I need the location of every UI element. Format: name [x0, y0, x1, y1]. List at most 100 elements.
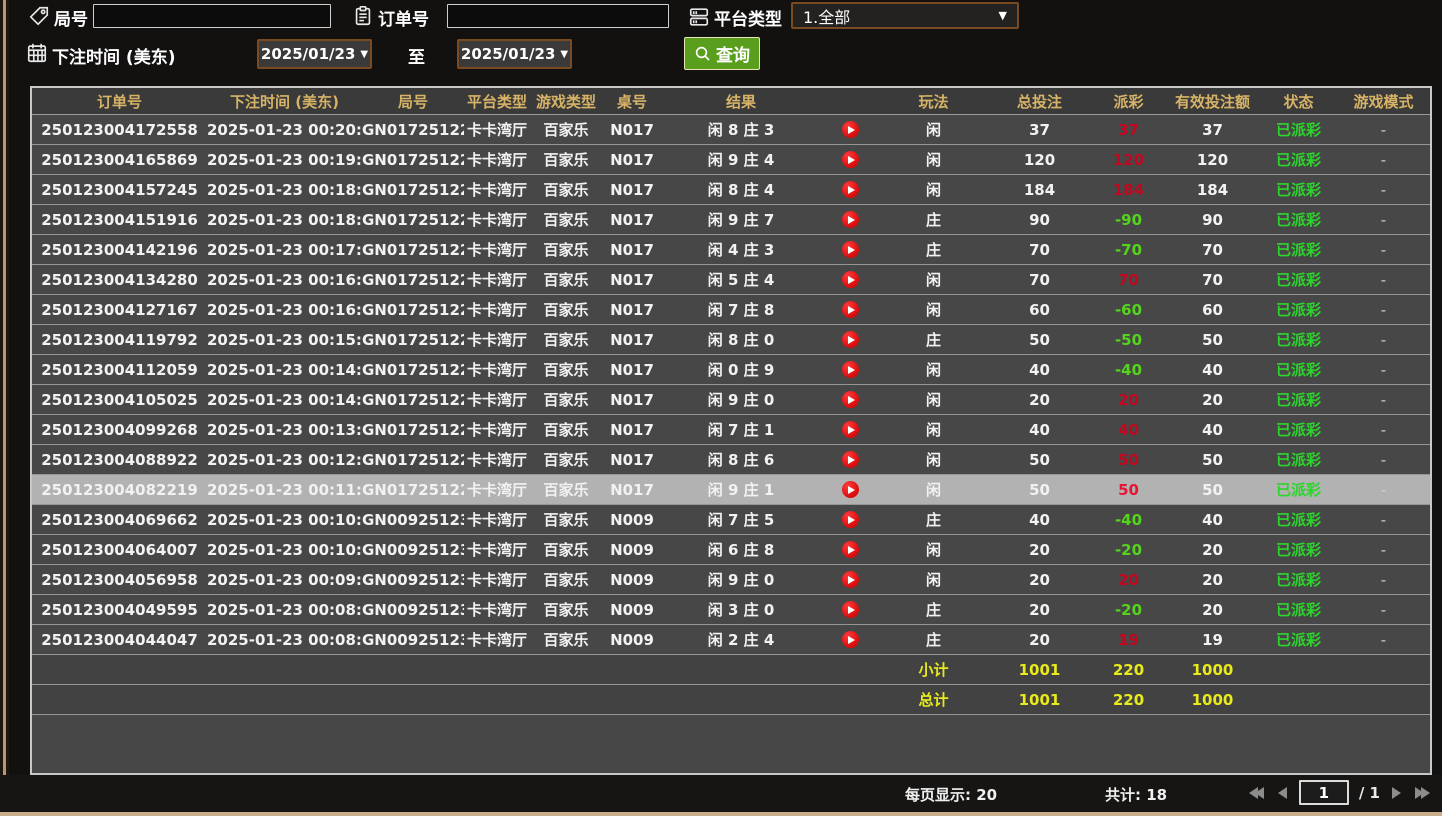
replay-cell — [820, 361, 880, 378]
table-row[interactable]: 2501230041519162025-01-23 00:18:23GN0172… — [32, 205, 1430, 235]
page-number-input[interactable] — [1299, 780, 1349, 805]
replay-play-button[interactable] — [842, 271, 859, 288]
table-row[interactable]: 2501230040889222025-01-23 00:12:31GN0172… — [32, 445, 1430, 475]
replay-cell — [820, 301, 880, 318]
replay-play-button[interactable] — [842, 241, 859, 258]
bet-time-cell: 2025-01-23 00:14:40 — [207, 361, 362, 379]
platform-type-select[interactable]: 1.全部 ▼ — [791, 2, 1019, 29]
replay-play-button[interactable] — [842, 331, 859, 348]
table-row[interactable]: 2501230040992682025-01-23 00:13:27GN0172… — [32, 415, 1430, 445]
replay-play-button[interactable] — [842, 181, 859, 198]
search-button[interactable]: 查询 — [684, 37, 760, 70]
replay-play-button[interactable] — [842, 211, 859, 228]
bet-time-cell: 2025-01-23 00:17:29 — [207, 241, 362, 259]
platform-cell: 卡卡湾厅 — [464, 329, 530, 350]
bet-type-cell: 闲 — [880, 419, 987, 440]
table-number-cell: N017 — [602, 271, 662, 289]
platform-cell: 卡卡湾厅 — [464, 629, 530, 650]
total-count-label: 共计: 18 — [1105, 784, 1167, 805]
next-page-button[interactable] — [1390, 785, 1403, 801]
result-cell: 闲 9 庄 1 — [662, 479, 820, 500]
round-number-input[interactable] — [93, 4, 331, 28]
replay-play-button[interactable] — [842, 151, 859, 168]
column-header: 局号 — [362, 91, 464, 112]
round-number-cell: GN017251221M8 — [362, 271, 464, 289]
table-row[interactable]: 2501230041050252025-01-23 00:14:00GN0172… — [32, 385, 1430, 415]
bet-time-cell: 2025-01-23 00:08:21 — [207, 631, 362, 649]
table-row[interactable]: 2501230040640072025-01-23 00:10:13GN0092… — [32, 535, 1430, 565]
date-from-picker[interactable]: 2025/01/23 ▼ — [257, 39, 372, 69]
platform-cell: 卡卡湾厅 — [464, 209, 530, 230]
table-row[interactable]: 2501230041197922025-01-23 00:15:24GN0172… — [32, 325, 1430, 355]
payout-cell: 20 — [1092, 391, 1165, 409]
table-row[interactable]: 2501230041421962025-01-23 00:17:29GN0172… — [32, 235, 1430, 265]
replay-play-button[interactable] — [842, 421, 859, 438]
payout-cell: 20 — [1092, 571, 1165, 589]
platform-cell: 卡卡湾厅 — [464, 539, 530, 560]
table-row[interactable]: 2501230041658692025-01-23 00:19:43GN0172… — [32, 145, 1430, 175]
total-bet-cell: 90 — [987, 211, 1092, 229]
table-row[interactable]: 2501230041342802025-01-23 00:16:47GN0172… — [32, 265, 1430, 295]
replay-play-button[interactable] — [842, 511, 859, 528]
game-type-cell: 百家乐 — [530, 149, 602, 170]
platform-cell: 卡卡湾厅 — [464, 149, 530, 170]
order-number-label: 订单号 — [378, 5, 429, 30]
total-bet-cell: 40 — [987, 361, 1092, 379]
payout-cell: 40 — [1092, 421, 1165, 439]
table-row[interactable]: 2501230041120592025-01-23 00:14:40GN0172… — [32, 355, 1430, 385]
replay-play-button[interactable] — [842, 391, 859, 408]
table-number-cell: N009 — [602, 541, 662, 559]
bet-type-cell: 庄 — [880, 599, 987, 620]
total-bet-cell: 60 — [987, 301, 1092, 319]
replay-cell — [820, 211, 880, 228]
column-header: 总投注 — [987, 91, 1092, 112]
order-number-cell: 250123004134280 — [32, 271, 207, 289]
table-row[interactable]: 2501230040440472025-01-23 00:08:21GN0092… — [32, 625, 1430, 655]
platform-cell: 卡卡湾厅 — [464, 509, 530, 530]
payout-cell: -70 — [1092, 241, 1165, 259]
column-header: 结果 — [662, 91, 820, 112]
prev-page-button[interactable] — [1276, 785, 1289, 801]
table-row[interactable]: 2501230041572452025-01-23 00:18:55GN0172… — [32, 175, 1430, 205]
table-row[interactable]: 2501230041271672025-01-23 00:16:06GN0172… — [32, 295, 1430, 325]
payout-cell: 70 — [1092, 271, 1165, 289]
table-row[interactable]: 2501230040495952025-01-23 00:08:50GN0092… — [32, 595, 1430, 625]
chevron-down-icon: ▼ — [360, 49, 368, 60]
payout-cell: 19 — [1092, 631, 1165, 649]
result-cell: 闲 2 庄 4 — [662, 629, 820, 650]
first-page-button[interactable] — [1247, 785, 1266, 801]
replay-play-button[interactable] — [842, 451, 859, 468]
date-to-picker[interactable]: 2025/01/23 ▼ — [457, 39, 572, 69]
last-page-button[interactable] — [1413, 785, 1432, 801]
replay-play-button[interactable] — [842, 361, 859, 378]
subtotal-row-label: 小计 — [880, 659, 987, 680]
table-row[interactable]: 2501230040696622025-01-23 00:10:45GN0092… — [32, 505, 1430, 535]
bet-time-cell: 2025-01-23 00:10:13 — [207, 541, 362, 559]
valid-bet-cell: 90 — [1165, 211, 1260, 229]
replay-play-button[interactable] — [842, 481, 859, 498]
replay-play-button[interactable] — [842, 301, 859, 318]
grand-total-row-total-bet: 1001 — [987, 691, 1092, 709]
per-page-label: 每页显示: 20 — [905, 784, 997, 805]
replay-play-button[interactable] — [842, 121, 859, 138]
replay-play-button[interactable] — [842, 541, 859, 558]
total-bet-cell: 40 — [987, 511, 1092, 529]
order-number-input[interactable] — [447, 4, 669, 28]
replay-play-button[interactable] — [842, 601, 859, 618]
table-row[interactable]: 2501230040569582025-01-23 00:09:30GN0092… — [32, 565, 1430, 595]
replay-play-button[interactable] — [842, 631, 859, 648]
bet-type-cell: 庄 — [880, 509, 987, 530]
replay-play-button[interactable] — [842, 571, 859, 588]
replay-cell — [820, 121, 880, 138]
table-number-cell: N009 — [602, 631, 662, 649]
bet-time-cell: 2025-01-23 00:08:50 — [207, 601, 362, 619]
round-number-cell: GN00925123008 — [362, 571, 464, 589]
platform-cell: 卡卡湾厅 — [464, 239, 530, 260]
table-row[interactable]: 2501230040822192025-01-23 00:11:54GN0172… — [32, 475, 1430, 505]
order-number-cell: 250123004112059 — [32, 361, 207, 379]
result-cell: 闲 8 庄 4 — [662, 179, 820, 200]
replay-cell — [820, 601, 880, 618]
total-bet-cell: 50 — [987, 481, 1092, 499]
table-row[interactable]: 2501230041725582025-01-23 00:20:23GN0172… — [32, 115, 1430, 145]
subtotal-row: 小计10012201000 — [32, 655, 1430, 685]
